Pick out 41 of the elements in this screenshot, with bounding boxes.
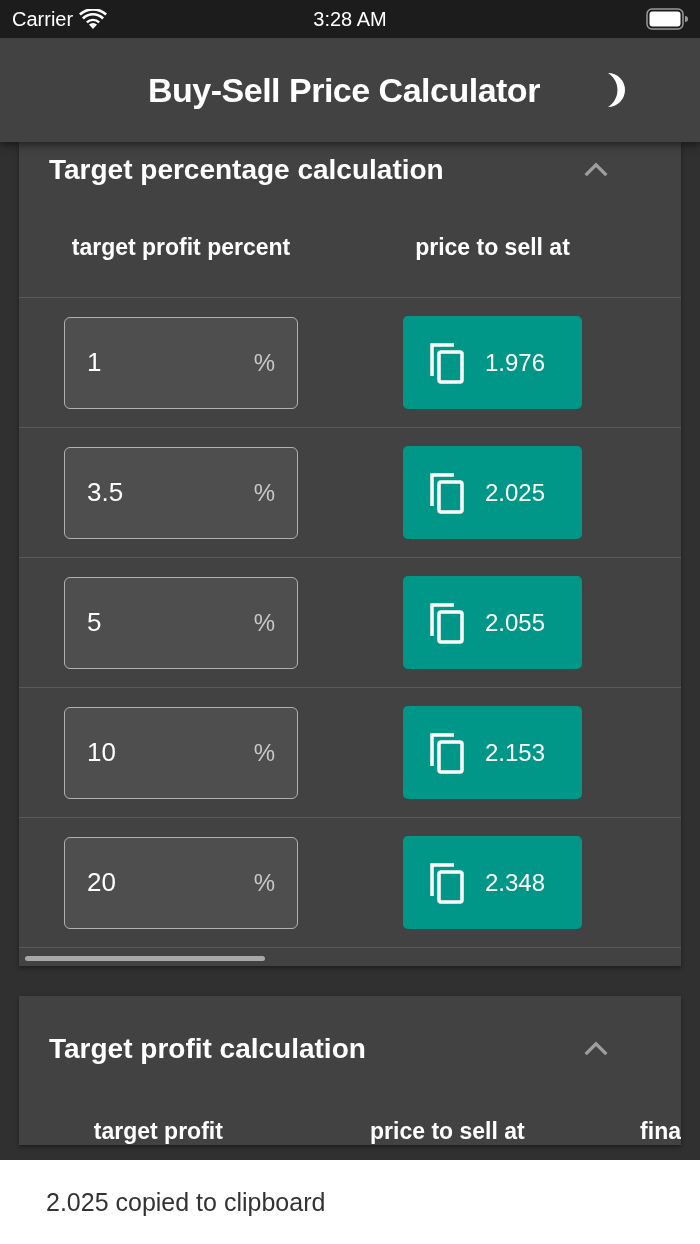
column-header: fina	[640, 1118, 681, 1145]
field-value: 5	[87, 607, 103, 638]
clock-time: 3:28 AM	[313, 7, 387, 30]
snackbar-message: 2.025 copied to clipboard	[46, 1187, 326, 1217]
carrier-label: Carrier	[12, 7, 74, 31]
copy-icon	[429, 341, 465, 384]
field-value: 1	[87, 347, 103, 378]
percent-field[interactable]: 3.5 %	[64, 446, 298, 539]
copy-price-button[interactable]: 2.025	[403, 446, 582, 539]
field-value: 3.5	[87, 477, 125, 508]
copy-price-button[interactable]: 2.055	[403, 576, 582, 669]
app-title: Buy-Sell Price Calculator	[148, 70, 540, 110]
column-header: target profit	[92, 1118, 224, 1145]
scrollbar-thumb[interactable]	[25, 956, 265, 961]
copy-price-button[interactable]: 2.153	[403, 706, 582, 799]
chevron-up-icon[interactable]	[583, 162, 609, 178]
field-value: 20	[87, 867, 117, 898]
percent-suffix: %	[253, 868, 275, 897]
section-title[interactable]: Target profit calculation	[49, 1033, 366, 1065]
chevron-up-icon[interactable]	[583, 1041, 609, 1057]
column-header: price to sell at	[369, 1118, 526, 1145]
percent-field[interactable]: 5 %	[64, 576, 298, 669]
copy-icon	[429, 861, 465, 904]
copy-icon	[429, 601, 465, 644]
percent-suffix: %	[253, 738, 275, 767]
battery-icon	[646, 8, 688, 30]
percent-suffix: %	[253, 348, 275, 377]
copy-icon	[429, 731, 465, 774]
copy-price-button[interactable]: 1.976	[403, 316, 582, 409]
percent-suffix: %	[253, 608, 275, 637]
copy-price-button[interactable]: 2.348	[403, 836, 582, 929]
percent-suffix: %	[253, 478, 275, 507]
percent-field[interactable]: 20 %	[64, 836, 298, 929]
percent-field[interactable]: 10 %	[64, 706, 298, 799]
column-header: target profit percent	[70, 234, 292, 261]
section-title[interactable]: Target percentage calculation	[49, 154, 444, 186]
percent-field[interactable]: 1 %	[64, 316, 298, 409]
wifi-icon	[79, 9, 108, 29]
column-header: price to sell at	[414, 234, 571, 261]
copy-icon	[429, 471, 465, 514]
field-value: 10	[87, 737, 117, 768]
